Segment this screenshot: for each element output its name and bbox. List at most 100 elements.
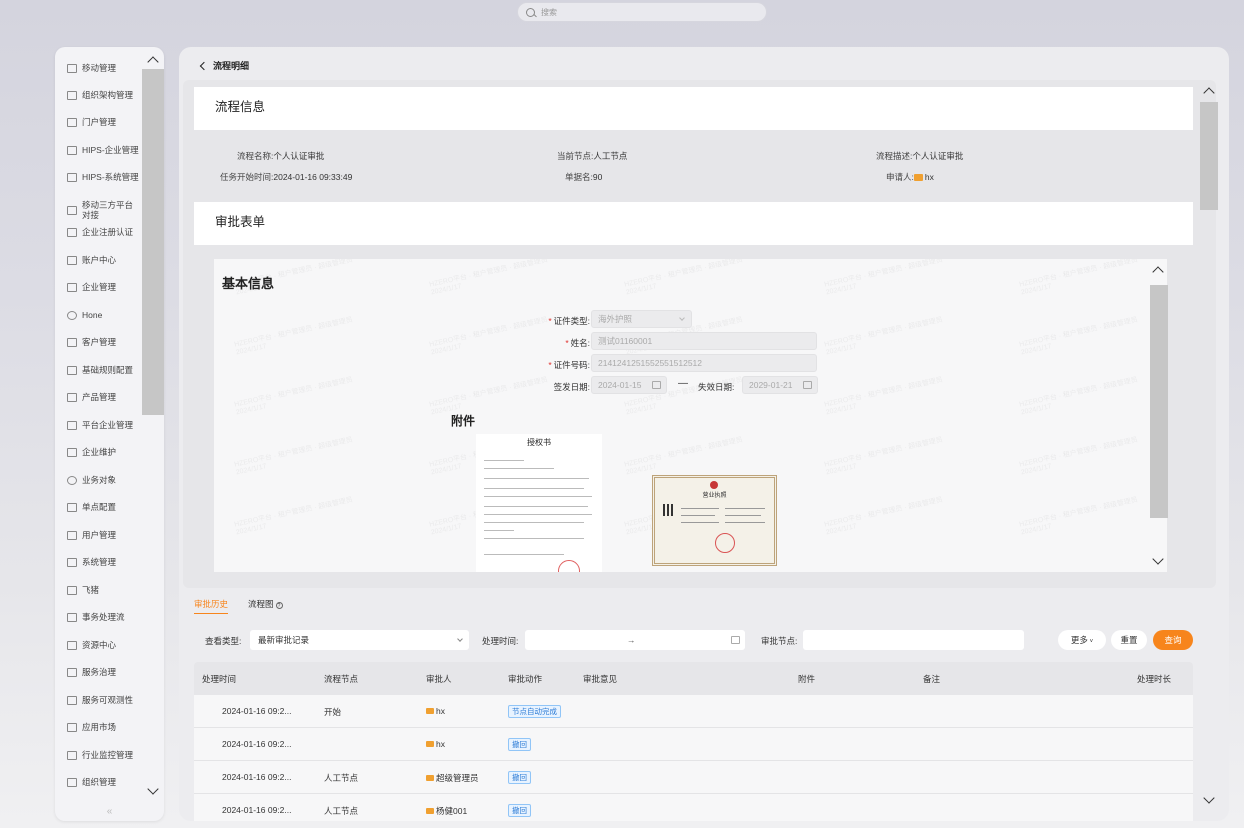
sidebar-item[interactable]: 移动三方平台对接 [55,200,141,220]
action-tag: 撤回 [508,804,531,817]
sidebar-item[interactable]: 组织管理 [55,777,141,787]
column-header: 附件 [798,674,816,684]
sidebar-item[interactable]: 资源中心 [55,640,141,650]
view-type-label: 查看类型: [205,636,242,646]
sidebar-item-label: 产品管理 [82,392,117,402]
sidebar-item-label: 单点配置 [82,502,117,512]
sidebar-item[interactable]: 平台企业管理 [55,420,141,430]
grid-icon [67,447,77,457]
query-button[interactable]: 查询 [1153,630,1193,650]
reset-button[interactable]: 重置 [1111,630,1147,650]
sidebar-item[interactable]: 企业维护 [55,447,141,457]
sidebar-item[interactable]: 基础规则配置 [55,365,141,375]
watermark: HZERO平台 · 租户管理员 · 超级管理员2024/1/17 [823,259,944,297]
cube-icon [67,722,77,732]
sidebar-item[interactable]: 飞猪 [55,585,141,595]
sidebar-item[interactable]: 门户管理 [55,117,141,127]
table-row[interactable]: 2024-01-16 09:2... 人工节点 杨健001 撤回 [194,794,1193,821]
cell-time: 2024-01-16 09:2... [222,706,292,716]
calendar-icon [652,381,661,389]
sidebar-item[interactable]: 客户管理 [55,337,141,347]
sidebar-item-label: Hone [82,310,103,320]
global-search[interactable]: 搜索 [517,2,767,22]
approve-node-label: 审批节点: [761,636,798,646]
watermark: HZERO平台 · 租户管理员 · 超级管理员2024/1/17 [823,496,944,537]
chevron-up-icon[interactable] [1203,87,1215,99]
column-header: 流程节点 [324,674,359,684]
sidebar-item[interactable]: 移动管理 [55,63,141,73]
form-scrollbar[interactable] [1147,259,1169,572]
table-row[interactable]: 2024-01-16 09:2... 开始 hx 节点自动完成 [194,695,1193,728]
sidebar-item-label: 基础规则配置 [82,365,134,375]
cell-approver: 杨健001 [426,805,467,817]
watermark: HZERO平台 · 租户管理员 · 超级管理员2024/1/17 [233,436,354,477]
sidebar-item[interactable]: 企业管理 [55,282,141,292]
cell-node: 人工节点 [324,806,359,816]
sidebar-item[interactable]: HIPS-系统管理 [55,172,141,182]
stamp-image [558,560,580,572]
grid-icon [67,337,77,347]
chevron-down-icon[interactable] [1152,553,1164,565]
page-title[interactable]: 流程明细 [199,59,249,72]
sidebar-item[interactable]: 组织架构管理 [55,90,141,100]
sidebar-scrollbar[interactable] [142,49,164,809]
sidebar-item-label: 应用市场 [82,722,117,732]
id-type-label: * 证件类型: [548,316,590,326]
sidebar-item[interactable]: HIPS-企业管理 [55,145,141,155]
sidebar-item[interactable]: Hone [55,310,141,320]
page-scrollbar[interactable] [1198,80,1220,816]
cell-time: 2024-01-16 09:2... [222,739,292,749]
sidebar-item[interactable]: 产品管理 [55,392,141,402]
grid-icon [67,392,77,402]
chevron-up-icon[interactable] [147,56,159,68]
org-icon [67,777,77,787]
sidebar-item[interactable]: 业务对象 [55,475,141,485]
tab-flowchart[interactable]: 流程图? [248,598,283,610]
sidebar-item[interactable]: 单点配置 [55,502,141,512]
collapse-sidebar-button[interactable]: « [55,805,164,821]
more-filters-button[interactable]: 更多 ˅ [1058,630,1106,650]
user-icon [913,174,923,181]
table-row[interactable]: 2024-01-16 09:2... 人工节点 超级管理员 撤回 [194,761,1193,794]
sidebar-item-label: 组织架构管理 [82,90,134,100]
sidebar-item[interactable]: 服务可观测性 [55,695,141,705]
expire-date-field[interactable]: 2029-01-21 [742,376,818,394]
table-row[interactable]: 2024-01-16 09:2... hx 撤回 [194,728,1193,761]
sidebar-item[interactable]: 服务治理 [55,667,141,677]
tab-approval-history[interactable]: 审批历史 [194,598,229,614]
sidebar-item[interactable]: 企业注册认证 [55,227,141,237]
sidebar-item[interactable]: 用户管理 [55,530,141,540]
name-field[interactable]: 测试01160001 [591,332,817,350]
approval-history-table: 处理时间 流程节点 审批人 审批动作 审批意见 附件 备注 处理时长 2024-… [194,662,1193,821]
table-header: 处理时间 流程节点 审批人 审批动作 审批意见 附件 备注 处理时长 [194,662,1193,695]
sidebar-item[interactable]: 事务处理流 [55,612,141,622]
id-number-field[interactable]: 2141241251552551512512 [591,354,817,372]
cell-time: 2024-01-16 09:2... [222,772,292,782]
sidebar-item[interactable]: 账户中心 [55,255,141,265]
back-arrow-icon[interactable] [199,61,209,70]
sidebar-item-label: 企业管理 [82,282,117,292]
chevron-down-icon[interactable] [147,783,159,795]
attachment-authorization-letter[interactable]: 授权书 [476,434,602,572]
grid-icon [67,365,77,375]
process-time-range[interactable]: → [525,630,745,650]
page-scroll-thumb[interactable] [1200,102,1218,210]
column-header: 审批意见 [583,674,618,684]
chevron-down-icon[interactable] [1203,792,1215,804]
user-icon [426,741,434,747]
column-header: 处理时间 [202,674,237,684]
sidebar-item[interactable]: 行业监控管理 [55,750,141,760]
sidebar-scroll-thumb[interactable] [142,69,164,415]
cell-approver: hx [426,706,445,716]
expire-date-label: 失效日期: [698,382,735,392]
form-scroll-thumb[interactable] [1150,285,1168,518]
approve-node-input[interactable] [803,630,1024,650]
cell-time: 2024-01-16 09:2... [222,805,292,815]
chevron-up-icon[interactable] [1152,266,1164,278]
issue-date-field[interactable]: 2024-01-15 [591,376,667,394]
attachment-business-license[interactable]: 营业执照 [652,475,777,566]
view-type-select[interactable]: 最新审批记录 [250,630,469,650]
id-type-select[interactable]: 海外护照 [591,310,692,328]
sidebar-item[interactable]: 应用市场 [55,722,141,732]
sidebar-item[interactable]: 系统管理 [55,557,141,567]
